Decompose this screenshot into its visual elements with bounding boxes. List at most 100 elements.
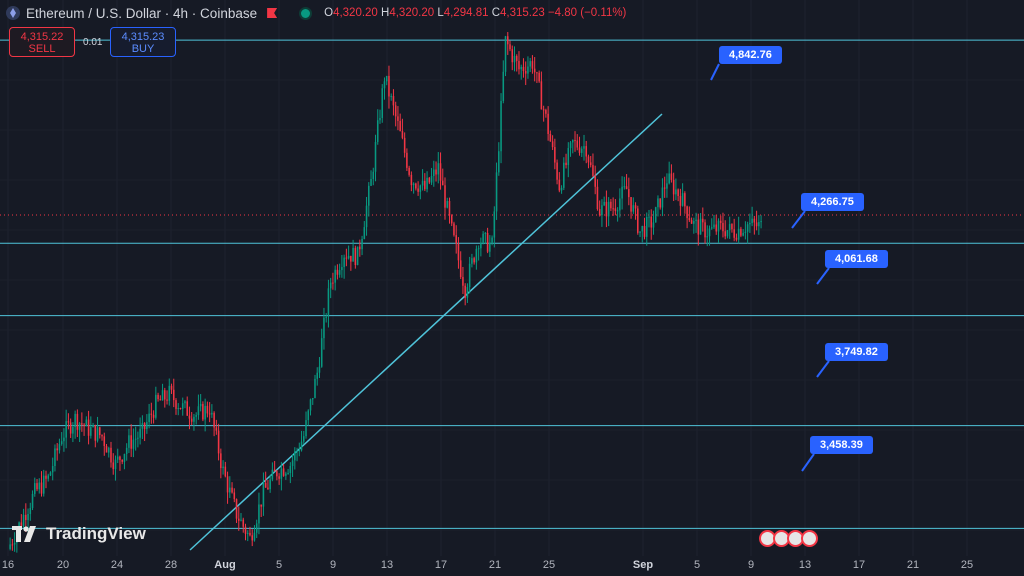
candle-body — [161, 390, 164, 401]
candle-body — [583, 146, 585, 149]
candle-body — [612, 208, 614, 210]
candle-body — [466, 287, 469, 298]
candle-body — [686, 206, 688, 219]
level-label-4061[interactable]: 4,061.68 — [825, 250, 888, 268]
candle-body — [291, 460, 294, 467]
candle-body — [188, 415, 191, 419]
candle-body — [311, 397, 314, 400]
candle-body — [116, 456, 119, 460]
x-tick-label: 28 — [164, 559, 178, 571]
x-tick-label: 25 — [960, 559, 974, 571]
candle-body — [453, 223, 455, 236]
candle-body — [735, 237, 738, 240]
level-label-3749[interactable]: 3,749.82 — [825, 343, 888, 361]
candle-body — [11, 544, 14, 546]
candle-body — [610, 201, 612, 209]
candle-body — [722, 222, 724, 232]
spread-value: 0.01 — [83, 37, 103, 48]
candle-body — [713, 224, 715, 228]
candle-body — [406, 152, 408, 168]
candle-body — [217, 430, 220, 454]
tradingview-logo[interactable]: TradingView — [12, 524, 146, 544]
chart-canvas[interactable] — [0, 0, 1024, 576]
candle-body — [415, 183, 417, 189]
candle-body — [229, 487, 231, 493]
candle-body — [645, 217, 648, 237]
candle-body — [520, 66, 523, 70]
x-tick-label: 16 — [1, 559, 15, 571]
candle-body — [547, 113, 549, 134]
candle-body — [343, 257, 345, 268]
candle-body — [72, 426, 74, 434]
economic-events[interactable] — [759, 530, 818, 547]
candle-body — [302, 436, 305, 442]
candle-body — [323, 317, 325, 339]
candle-body — [54, 448, 56, 467]
candle-body — [314, 378, 316, 398]
candle-body — [542, 109, 545, 111]
candle-body — [58, 444, 61, 451]
candle-body — [383, 81, 386, 89]
buy-button[interactable]: 4,315.23 BUY — [110, 27, 176, 57]
candle-body — [123, 454, 126, 462]
candle-body — [132, 439, 135, 449]
candle-body — [567, 148, 570, 166]
candle-body — [90, 427, 92, 436]
candle-body — [719, 220, 722, 223]
candle-body — [498, 151, 500, 173]
candle-body — [403, 137, 406, 153]
candle-body — [92, 424, 94, 428]
candle-body — [296, 450, 298, 452]
event-flag-icon[interactable] — [801, 530, 818, 547]
flag-icon[interactable] — [267, 8, 278, 18]
candle-body — [204, 405, 206, 420]
candle-body — [749, 223, 751, 225]
candle-body — [251, 535, 254, 541]
candle-body — [399, 120, 401, 131]
candle-body — [695, 219, 697, 222]
candle-body — [121, 459, 123, 462]
buy-price: 4,315.23 — [121, 31, 165, 43]
candle-body — [67, 421, 70, 423]
candle-body — [744, 231, 747, 233]
candle-body — [464, 285, 466, 298]
candle-body — [751, 218, 753, 224]
candle-body — [471, 258, 473, 264]
candle-body — [509, 44, 511, 50]
candle-body — [681, 193, 684, 206]
candle-body — [426, 177, 428, 190]
x-tick-label: 9 — [747, 559, 755, 571]
candle-body — [704, 222, 706, 238]
candle-body — [621, 186, 623, 199]
candle-body — [166, 399, 168, 401]
candle-body — [159, 399, 162, 401]
candle-body — [594, 175, 596, 187]
level-label-3458[interactable]: 3,458.39 — [810, 436, 873, 454]
candle-body — [56, 448, 58, 451]
candle-body — [446, 201, 449, 208]
market-status-icon[interactable] — [299, 6, 313, 20]
candle-body — [332, 282, 334, 284]
candle-body — [51, 466, 54, 473]
sell-button[interactable]: 4,315.22 SELL — [9, 27, 75, 57]
candle-body — [107, 447, 110, 453]
candle-body — [365, 205, 368, 228]
candle-body — [307, 410, 310, 421]
candle-body — [368, 185, 370, 206]
candle-body — [60, 441, 63, 445]
candle-body — [518, 60, 520, 70]
symbol-header[interactable]: Ethereum / U.S. Dollar · 4h · Coinbase O… — [6, 4, 626, 22]
candle-body — [233, 492, 236, 500]
price-chart[interactable]: Ethereum / U.S. Dollar · 4h · Coinbase O… — [0, 0, 1024, 576]
candle-body — [47, 475, 50, 479]
candle-body — [87, 419, 90, 436]
candle-body — [352, 247, 354, 262]
candle-body — [737, 228, 740, 240]
symbol-title[interactable]: Ethereum / U.S. Dollar · 4h · Coinbase — [26, 6, 257, 21]
level-label-4842[interactable]: 4,842.76 — [719, 46, 782, 64]
candle-body — [657, 198, 659, 208]
candle-body — [177, 408, 180, 410]
level-label-4266[interactable]: 4,266.75 — [801, 193, 864, 211]
candle-body — [661, 187, 664, 208]
candle-body — [531, 61, 534, 69]
